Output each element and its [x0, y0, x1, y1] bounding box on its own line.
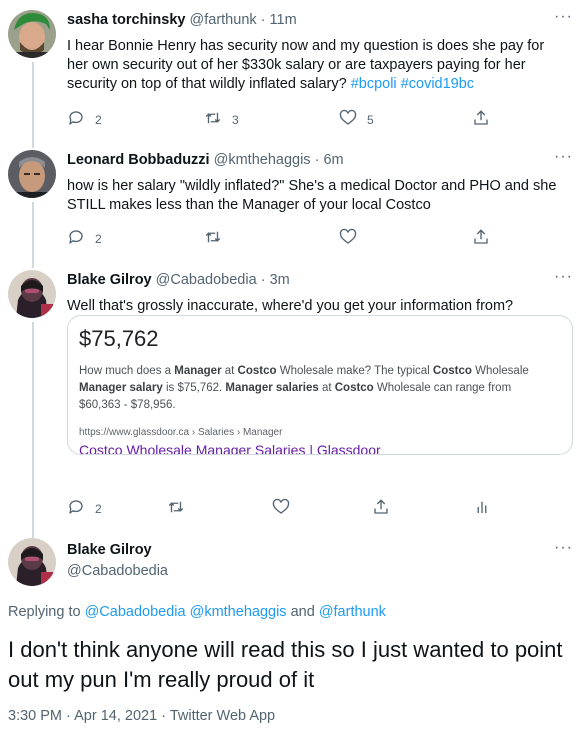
snippet-bold: Manager salary: [79, 382, 163, 394]
snippet-bold: Costco: [334, 382, 374, 394]
retweet-button[interactable]: [167, 498, 185, 519]
author-handle[interactable]: @farthunk: [190, 12, 257, 28]
avatar[interactable]: [8, 270, 56, 318]
thread-line: [32, 202, 34, 268]
share-button[interactable]: [472, 109, 490, 130]
reply-count: 2: [95, 501, 102, 516]
like-icon: [339, 228, 357, 249]
reply-icon: [67, 109, 85, 130]
reply-count: 2: [95, 231, 102, 246]
tweet-text: I hear Bonnie Henry has security now and…: [67, 37, 567, 94]
tweet-time[interactable]: 3m: [270, 272, 290, 288]
tweet-text: how is her salary "wildly inflated?" She…: [67, 178, 557, 213]
reply-icon: [67, 228, 85, 249]
snippet-text: is $75,762.: [162, 382, 226, 394]
mention-link[interactable]: @kmthehaggis: [190, 604, 287, 620]
snippet-bold: Manager: [174, 365, 222, 377]
action-bar: 2: [67, 228, 490, 249]
snippet-bold: Manager salaries: [225, 382, 319, 394]
tweet-header: sasha torchinsky @farthunk · 11m: [67, 12, 297, 28]
thread-line: [32, 322, 34, 540]
snippet-text: at: [318, 382, 335, 394]
retweet-icon: [167, 498, 185, 519]
author-handle[interactable]: @Cabadobedia: [67, 563, 168, 579]
reply-count: 2: [95, 112, 102, 127]
snippet-text: Wholesale: [471, 365, 529, 377]
mention-link[interactable]: @farthunk: [319, 604, 386, 620]
author-name[interactable]: Blake Gilroy: [67, 542, 152, 558]
author-name[interactable]: sasha torchinsky: [67, 12, 185, 28]
snippet-text: How much does a: [79, 365, 175, 377]
tweet-source[interactable]: Twitter Web App: [170, 708, 275, 724]
share-icon: [372, 498, 390, 519]
tweet-meta: 3:30 PM · Apr 14, 2021 · Twitter Web App: [8, 708, 275, 724]
replying-to: Replying to @Cabadobedia @kmthehaggis an…: [8, 604, 386, 620]
share-button[interactable]: [472, 228, 490, 249]
share-button[interactable]: [372, 498, 390, 519]
like-icon: [339, 109, 357, 130]
action-bar: 2 3 5: [67, 109, 490, 130]
tweet-date[interactable]: Apr 14, 2021: [74, 708, 157, 724]
author-handle[interactable]: @kmthehaggis: [214, 152, 311, 168]
snippet-bold: Costco: [237, 365, 277, 377]
snippet-text: at: [221, 365, 238, 377]
retweet-icon: [204, 109, 222, 130]
tweet-text: Well that's grossly inaccurate, where'd …: [67, 298, 514, 314]
separator-dot: ·: [260, 272, 266, 288]
retweet-button[interactable]: 3: [204, 109, 239, 130]
like-button[interactable]: [339, 228, 357, 249]
action-bar: 2: [67, 498, 497, 518]
analytics-icon: [473, 498, 491, 519]
like-icon: [272, 498, 290, 519]
avatar[interactable]: [8, 538, 56, 586]
separator-dot: ·: [66, 708, 71, 724]
retweet-icon: [204, 228, 222, 249]
link-card[interactable]: $75,762 How much does a Manager at Costc…: [67, 315, 573, 455]
reply-button[interactable]: 2: [67, 109, 102, 130]
replying-and: and: [290, 604, 315, 620]
share-icon: [472, 228, 490, 249]
more-icon[interactable]: ···: [554, 268, 573, 286]
reply-button[interactable]: 2: [67, 498, 102, 519]
hashtag-link[interactable]: #bcpoli: [351, 76, 397, 92]
more-icon[interactable]: ···: [554, 148, 573, 166]
tweet-time[interactable]: 3:30 PM: [8, 708, 62, 724]
more-icon[interactable]: ···: [554, 8, 573, 26]
card-url: https://www.glassdoor.ca › Salaries › Ma…: [79, 427, 283, 438]
share-icon: [472, 109, 490, 130]
like-button[interactable]: 5: [339, 109, 374, 130]
more-icon[interactable]: ···: [554, 539, 573, 557]
tweet-time[interactable]: 11m: [270, 12, 297, 28]
snippet-bold: Costco: [432, 365, 472, 377]
mention-link[interactable]: @Cabadobedia: [85, 604, 186, 620]
snippet-text: Wholesale make? The typical: [276, 365, 433, 377]
card-snippet: How much does a Manager at Costco Wholes…: [79, 363, 554, 414]
avatar[interactable]: [8, 10, 56, 58]
tweet-header: Leonard Bobbaduzzi @kmthehaggis · 6m: [67, 152, 344, 168]
like-count: 5: [367, 112, 374, 127]
card-price: $75,762: [79, 326, 159, 351]
reply-icon: [67, 498, 85, 519]
retweet-count: 3: [232, 112, 239, 127]
thread-line: [32, 62, 34, 148]
retweet-button[interactable]: [204, 228, 222, 249]
tweet-header: Blake Gilroy @Cabadobedia · 3m: [67, 272, 290, 288]
tweet-time[interactable]: 6m: [323, 152, 343, 168]
analytics-button[interactable]: [473, 498, 491, 519]
separator-dot: ·: [260, 12, 266, 28]
replying-prefix: Replying to: [8, 604, 81, 620]
hashtag-link[interactable]: #covid19bc: [401, 76, 474, 92]
card-title-link[interactable]: Costco Wholesale Manager Salaries | Glas…: [79, 442, 381, 454]
main-tweet-text: I don't think anyone will read this so I…: [8, 637, 563, 692]
separator-dot: ·: [314, 152, 320, 168]
author-name[interactable]: Blake Gilroy: [67, 272, 152, 288]
author-handle[interactable]: @Cabadobedia: [156, 272, 257, 288]
separator-dot: ·: [161, 708, 167, 724]
author-name[interactable]: Leonard Bobbaduzzi: [67, 152, 210, 168]
like-button[interactable]: [272, 498, 290, 519]
reply-button[interactable]: 2: [67, 228, 102, 249]
avatar[interactable]: [8, 150, 56, 198]
